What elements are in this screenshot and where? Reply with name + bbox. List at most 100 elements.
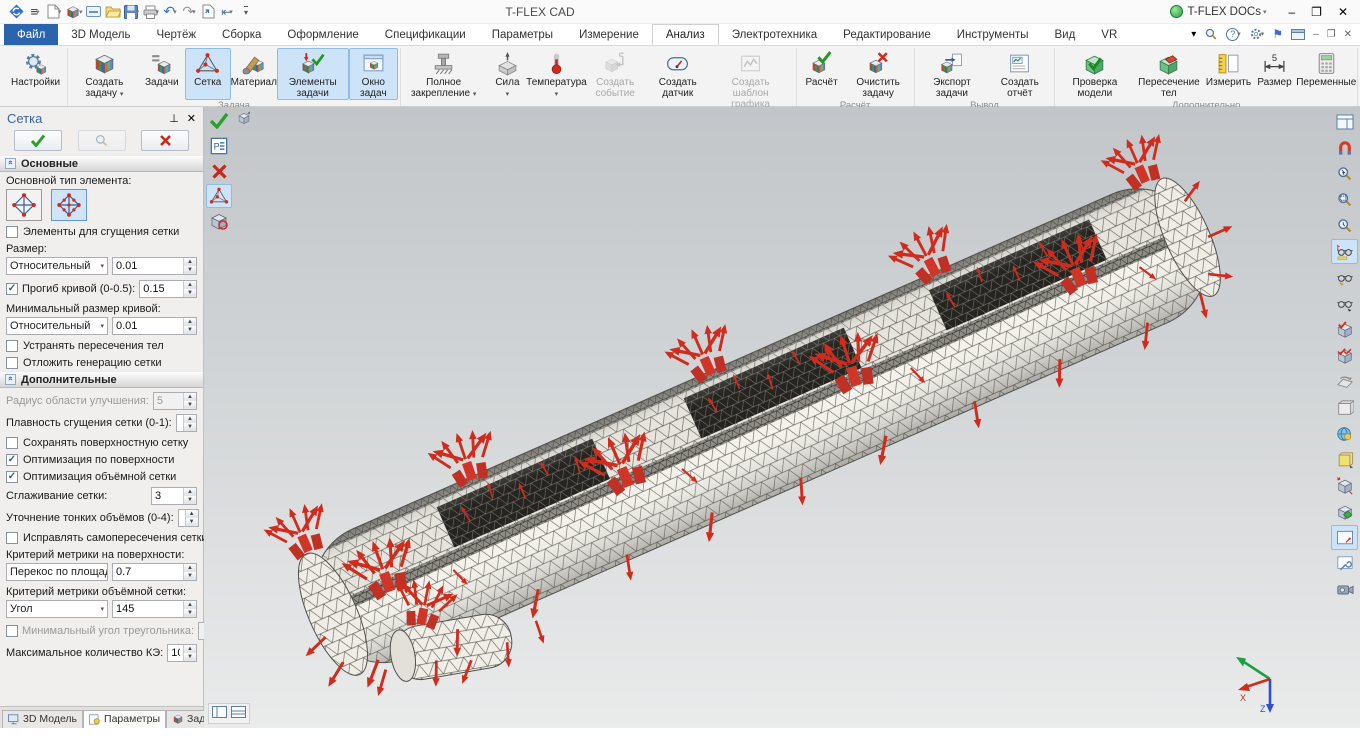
viewport-canvas[interactable]: X Z bbox=[204, 107, 1359, 728]
panel-close-icon[interactable]: ✕ bbox=[187, 112, 196, 125]
tab-tools[interactable]: Инструменты bbox=[944, 24, 1042, 45]
new-from-template-icon[interactable] bbox=[86, 3, 102, 21]
viewport-3d[interactable]: X Z P bbox=[204, 107, 1360, 728]
view-select-button[interactable] bbox=[1331, 265, 1358, 290]
check-model-button[interactable] bbox=[1331, 317, 1358, 342]
zoom-cursor-button[interactable] bbox=[1331, 161, 1358, 186]
min-angle-checkbox[interactable] bbox=[6, 625, 18, 637]
fix-self-intersections-checkbox[interactable]: Исправлять самопересечения сетки bbox=[0, 529, 203, 546]
smoothness-input[interactable]: ▲▼ bbox=[176, 414, 197, 432]
help-icon[interactable]: ?▾ bbox=[1226, 27, 1241, 41]
shaded-view-button[interactable] bbox=[1331, 447, 1358, 472]
section-view-button[interactable] bbox=[1331, 395, 1358, 420]
doc-tab-parameters[interactable]: Параметры bbox=[83, 710, 166, 728]
search-icon[interactable] bbox=[1204, 27, 1218, 41]
panel-preview-button[interactable] bbox=[78, 130, 126, 151]
ribbon-item-settings[interactable]: Настройки bbox=[6, 48, 65, 93]
section-main[interactable]: » Основные bbox=[0, 155, 203, 172]
ribbon-item-create-graph-template[interactable]: Создать шаблон графика bbox=[708, 48, 794, 111]
max-elements-input[interactable]: ▲▼ bbox=[167, 644, 197, 662]
window-settings-button[interactable] bbox=[1331, 551, 1358, 576]
zoom-window-button[interactable] bbox=[1331, 187, 1358, 212]
redo-icon[interactable]: ↷▾ bbox=[181, 3, 197, 21]
ribbon-item-material[interactable]: Материал bbox=[231, 48, 277, 100]
tflex-docs-button[interactable]: T-FLEX DOCs ▾ bbox=[1170, 5, 1266, 18]
ribbon-item-create-report[interactable]: Создать отчёт bbox=[987, 48, 1052, 100]
print-icon[interactable]: ▾ bbox=[143, 3, 160, 21]
window-restore-button[interactable]: ❐ bbox=[1311, 5, 1322, 19]
ribbon-collapse-icon[interactable]: ▾ bbox=[1191, 27, 1196, 41]
min-curve-value-input[interactable]: ▲▼ bbox=[112, 317, 197, 335]
postpone-generation-checkbox[interactable]: Отложить генерацию сетки bbox=[0, 354, 203, 371]
ribbon-item-create-sensor[interactable]: Создать датчик bbox=[648, 48, 708, 111]
tab-vr[interactable]: VR bbox=[1088, 24, 1130, 45]
tab-bom[interactable]: Спецификации bbox=[372, 24, 479, 45]
window-close-button[interactable]: ✕ bbox=[1338, 5, 1348, 19]
element-type-quadratic-button[interactable] bbox=[51, 189, 87, 221]
sketch-view-button[interactable] bbox=[1331, 525, 1358, 550]
deflection-value-input[interactable]: ▲▼ bbox=[139, 280, 197, 298]
panel-pin-icon[interactable]: ⊥ bbox=[169, 112, 179, 125]
confirm-button[interactable] bbox=[206, 109, 232, 133]
viewport-layout-button[interactable] bbox=[1331, 109, 1358, 134]
open-document-icon[interactable] bbox=[105, 3, 121, 21]
panel-apply-button[interactable] bbox=[14, 130, 62, 151]
orbit-globe-button[interactable] bbox=[1331, 421, 1358, 446]
size-value-input[interactable]: ▲▼ bbox=[112, 257, 197, 275]
volume-metric-select[interactable]: Угол▾ bbox=[6, 600, 108, 618]
ribbon-item-dimension[interactable]: Размер bbox=[1252, 48, 1298, 100]
smoothing-input[interactable]: ▲▼ bbox=[151, 487, 197, 505]
gear-icon[interactable]: ▾ bbox=[1249, 27, 1265, 41]
tab-file[interactable]: Файл bbox=[4, 24, 58, 45]
tab-view[interactable]: Вид bbox=[1041, 24, 1088, 45]
element-filter-button[interactable] bbox=[206, 209, 232, 233]
ribbon-item-task-window[interactable]: Окно задач bbox=[349, 48, 398, 100]
size-mode-select[interactable]: Относительный▾ bbox=[6, 257, 108, 275]
undo-icon[interactable]: ↶▾ bbox=[162, 3, 178, 21]
flag-icon[interactable]: ⚑ bbox=[1272, 27, 1283, 41]
tab-electrical[interactable]: Электротехника bbox=[719, 24, 830, 45]
dof-button[interactable] bbox=[234, 109, 254, 127]
optimize-volume-checkbox[interactable]: ✓ Оптимизация объёмной сетки bbox=[0, 468, 203, 485]
panel-cancel-button[interactable] bbox=[141, 130, 189, 151]
ribbon-item-create-event[interactable]: Создать событие bbox=[582, 48, 648, 111]
check-model-alt-button[interactable] bbox=[1331, 343, 1358, 368]
tab-analysis[interactable]: Анализ bbox=[652, 24, 719, 45]
tab-assembly[interactable]: Сборка bbox=[209, 24, 274, 45]
go-to-start-icon[interactable]: ⇤▾ bbox=[219, 3, 235, 21]
tflex-logo-icon[interactable] bbox=[8, 3, 24, 21]
min-curve-mode-select[interactable]: Относительный▾ bbox=[6, 317, 108, 335]
ribbon-item-solve[interactable]: Расчёт bbox=[799, 48, 845, 100]
new-3d-document-icon[interactable]: ▾ bbox=[65, 3, 83, 21]
radius-input[interactable]: ▲▼ bbox=[153, 392, 197, 410]
tab-measure[interactable]: Измерение bbox=[566, 24, 652, 45]
ribbon-item-tasks[interactable]: Задачи bbox=[139, 48, 185, 100]
doc-tab-3d-model[interactable]: 3D Модель bbox=[2, 710, 83, 728]
split-horizontal-button[interactable] bbox=[231, 706, 246, 721]
isometry-view-button[interactable] bbox=[1331, 499, 1358, 524]
main-menu-icon[interactable]: ≡▾ bbox=[27, 3, 43, 21]
tab-parameters[interactable]: Параметры bbox=[479, 24, 566, 45]
ribbon-item-variables[interactable]: Переменные bbox=[1298, 48, 1356, 100]
rotate-plane-button[interactable] bbox=[1331, 369, 1358, 394]
tab-editing[interactable]: Редактирование bbox=[830, 24, 944, 45]
surface-metric-select[interactable]: Перекос по площади▾ bbox=[6, 563, 108, 581]
mesh-preview-button[interactable] bbox=[206, 184, 232, 208]
doc-close-icon[interactable]: ✕ bbox=[1344, 27, 1352, 41]
ribbon-item-check-model[interactable]: Проверка модели bbox=[1057, 48, 1132, 100]
refine-elements-checkbox[interactable]: Элементы для сгущения сетки bbox=[0, 223, 203, 240]
camera-view-button[interactable] bbox=[1331, 577, 1358, 602]
thin-volumes-input[interactable]: ▲▼ bbox=[178, 509, 199, 527]
section-advanced[interactable]: » Дополнительные bbox=[0, 371, 203, 388]
ribbon-item-create-task[interactable]: Создать задачу ▾ bbox=[70, 48, 139, 100]
optimize-surface-checkbox[interactable]: ✓ Оптимизация по поверхности bbox=[0, 451, 203, 468]
tab-drawing[interactable]: Чертёж bbox=[143, 24, 209, 45]
properties-button[interactable]: P bbox=[206, 134, 232, 158]
exploded-view-button[interactable] bbox=[1331, 473, 1358, 498]
ribbon-item-measure[interactable]: Измерить bbox=[1206, 48, 1252, 100]
window-minimize-button[interactable]: – bbox=[1288, 5, 1295, 19]
tab-annotation[interactable]: Оформление bbox=[274, 24, 371, 45]
remove-intersections-checkbox[interactable]: Устранять пересечения тел bbox=[0, 337, 203, 354]
surface-metric-input[interactable]: ▲▼ bbox=[112, 563, 197, 581]
volume-metric-input[interactable]: ▲▼ bbox=[112, 600, 197, 618]
